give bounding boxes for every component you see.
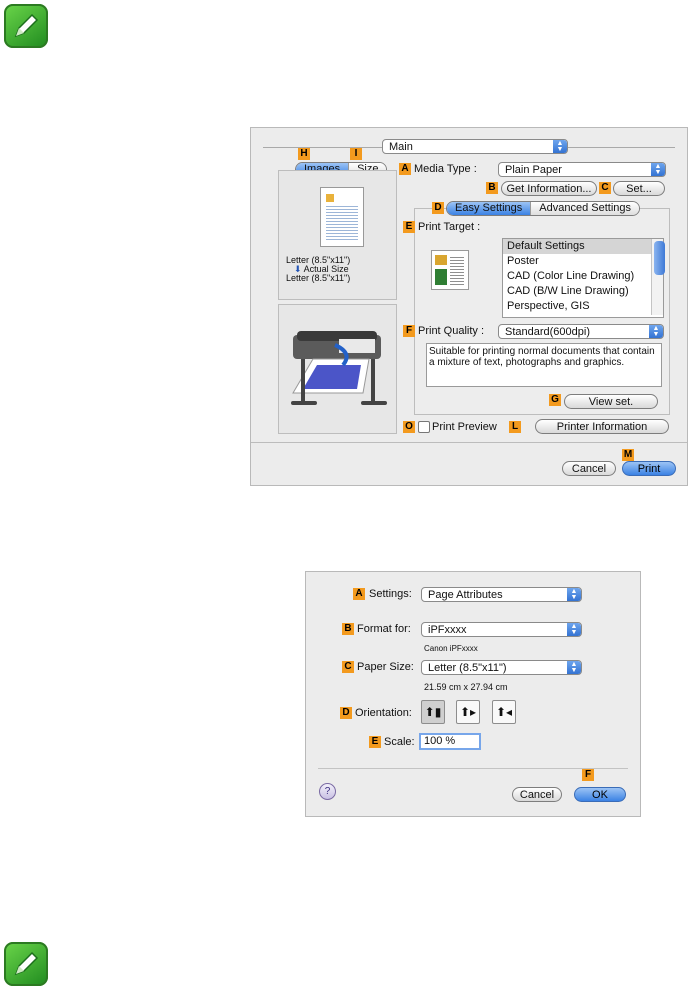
scale-input[interactable]: 100 % xyxy=(419,733,481,750)
marker-a: A xyxy=(399,163,411,175)
settings-label: Settings: xyxy=(369,588,412,600)
print-target-list[interactable]: Default Settings Poster CAD (Color Line … xyxy=(502,238,665,318)
marker-f: F xyxy=(403,325,415,337)
view-set-button[interactable]: View set. xyxy=(564,394,658,409)
portrait-icon[interactable]: ⬆▮ xyxy=(421,700,445,724)
main-select[interactable]: Main ▲ ▼ xyxy=(382,139,568,154)
marker-e: E xyxy=(369,736,381,748)
reverse-landscape-icon[interactable]: ⬆◂ xyxy=(492,700,516,724)
marker-l: L xyxy=(509,421,521,433)
preview-output-size: Letter (8.5"x11") xyxy=(286,273,351,283)
list-item[interactable]: Poster xyxy=(503,254,663,269)
up-down-arrows-icon: ▲ ▼ xyxy=(567,661,581,674)
marker-b: B xyxy=(486,182,498,194)
list-item[interactable]: Default Settings xyxy=(503,239,663,254)
paper-size-select[interactable]: Letter (8.5"x11") ▲ ▼ xyxy=(421,660,582,675)
media-type-label: Media Type : xyxy=(414,163,477,175)
settings-select[interactable]: Page Attributes ▲ ▼ xyxy=(421,587,582,602)
marker-o: O xyxy=(403,421,415,433)
settings-tabs: Easy Settings Advanced Settings xyxy=(446,201,640,216)
marker-d: D xyxy=(340,707,352,719)
print-target-thumbnail xyxy=(431,250,469,290)
ok-button[interactable]: OK xyxy=(574,787,626,802)
format-for-select[interactable]: iPFxxxx ▲ ▼ xyxy=(421,622,582,637)
paper-size-dimensions: 21.59 cm x 27.94 cm xyxy=(424,682,508,692)
note-pencil-icon xyxy=(4,942,48,986)
get-information-button[interactable]: Get Information... xyxy=(501,181,597,196)
print-preview-label: Print Preview xyxy=(432,421,497,433)
preview-panel: Letter (8.5"x11") ⬇ Actual Size Letter (… xyxy=(278,170,397,300)
printer-information-button[interactable]: Printer Information xyxy=(535,419,669,434)
marker-f: F xyxy=(582,769,594,781)
up-down-arrows-icon: ▲ ▼ xyxy=(567,588,581,601)
marker-b: B xyxy=(342,623,354,635)
list-item[interactable]: CAD (B/W Line Drawing) xyxy=(503,284,663,299)
up-down-arrows-icon: ▲ ▼ xyxy=(553,140,567,153)
print-main-dialog: Main ▲ ▼ H I Images Size Letter (8.5"x11"… xyxy=(250,127,688,486)
quality-description: Suitable for printing normal documents t… xyxy=(426,343,662,387)
printer-illustration xyxy=(291,331,387,405)
paper-size-label: Paper Size: xyxy=(357,661,414,673)
marker-i: I xyxy=(350,148,362,160)
set-button[interactable]: Set... xyxy=(613,181,665,196)
up-down-arrows-icon: ▲ ▼ xyxy=(567,623,581,636)
print-button[interactable]: Print xyxy=(622,461,676,476)
marker-a: A xyxy=(353,588,365,600)
print-quality-select[interactable]: Standard(600dpi) ▲ ▼ xyxy=(498,324,664,339)
print-quality-label: Print Quality : xyxy=(418,325,485,337)
marker-g: G xyxy=(549,394,561,406)
help-button[interactable]: ? xyxy=(319,783,336,800)
page-thumbnail xyxy=(320,187,364,247)
marker-c: C xyxy=(599,182,611,194)
cancel-button[interactable]: Cancel xyxy=(562,461,616,476)
marker-d: D xyxy=(432,202,444,214)
orientation-label: Orientation: xyxy=(355,707,412,719)
marker-e: E xyxy=(403,221,415,233)
list-item[interactable]: Perspective, GIS xyxy=(503,299,663,314)
up-down-arrows-icon: ▲ ▼ xyxy=(649,325,663,338)
page-setup-dialog: A Settings: Page Attributes ▲ ▼ B Format … xyxy=(305,571,641,817)
marker-m: M xyxy=(622,449,634,461)
list-item[interactable]: CAD (Color Line Drawing) xyxy=(503,269,663,284)
up-down-arrows-icon: ▲ ▼ xyxy=(651,163,665,176)
format-for-subtitle: Canon iPFxxxx xyxy=(424,644,478,653)
print-preview-checkbox[interactable] xyxy=(418,421,430,433)
tab-advanced-settings[interactable]: Advanced Settings xyxy=(531,202,639,215)
scroll-thumb[interactable] xyxy=(654,241,665,275)
format-for-label: Format for: xyxy=(357,623,411,635)
note-pencil-icon xyxy=(4,4,48,48)
scale-label: Scale: xyxy=(384,736,415,748)
marker-c: C xyxy=(342,661,354,673)
printer-illustration-panel xyxy=(278,304,397,434)
print-target-label: Print Target : xyxy=(418,221,481,233)
tab-easy-settings[interactable]: Easy Settings xyxy=(447,202,532,215)
marker-h: H xyxy=(298,148,310,160)
landscape-icon[interactable]: ⬆▸ xyxy=(456,700,480,724)
list-scrollbar[interactable] xyxy=(651,239,665,315)
cancel-button[interactable]: Cancel xyxy=(512,787,562,802)
media-type-select[interactable]: Plain Paper ▲ ▼ xyxy=(498,162,666,177)
